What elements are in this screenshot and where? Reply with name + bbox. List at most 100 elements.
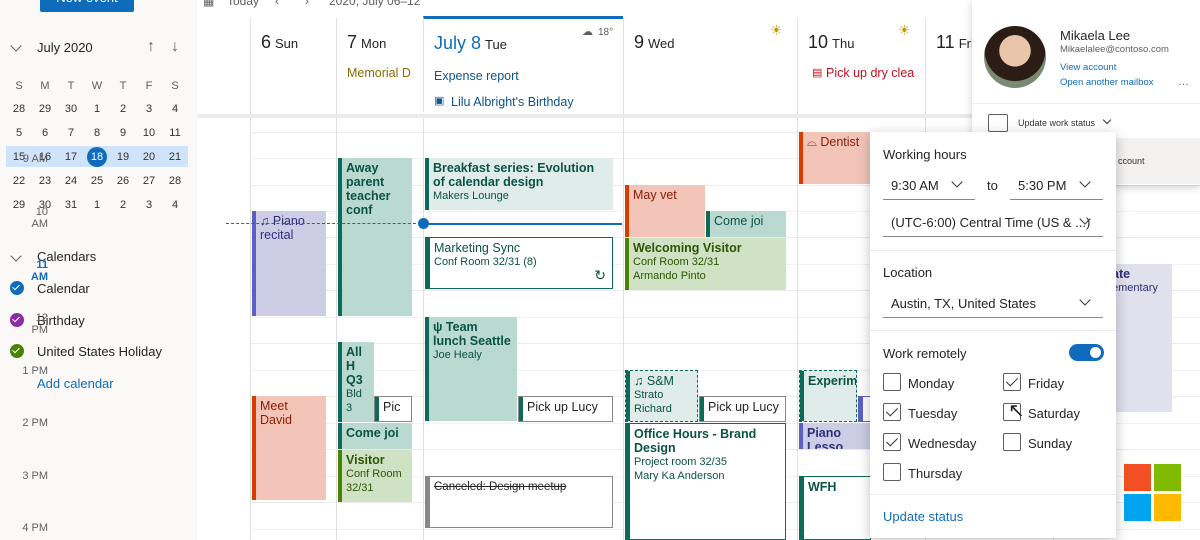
avatar[interactable] — [984, 26, 1046, 88]
day-header-wed[interactable]: 9 Wed ☀ — [623, 18, 797, 114]
event-piano-recital[interactable]: ♫ Piano recital — [252, 211, 326, 316]
event-breakfast-series[interactable]: Breakfast series: Evolution of calendar … — [425, 158, 613, 210]
sign-out-account-text[interactable]: ccount — [1118, 156, 1145, 166]
checkbox-monday[interactable] — [883, 373, 901, 391]
arrow-up-icon[interactable]: ↑ — [147, 38, 155, 56]
date-cell[interactable]: 31 — [60, 199, 82, 211]
end-time-dropdown[interactable]: 5:30 PM — [1010, 172, 1103, 200]
date-cell[interactable]: 25 — [86, 175, 108, 187]
event-away-parent-teacher[interactable]: Away parent teacher conf — [338, 158, 412, 316]
checkbox-tuesday[interactable] — [883, 403, 901, 421]
event-dentist[interactable]: ⌓ Dentist — [799, 132, 871, 184]
event-team-lunch[interactable]: ψ Team lunch Seattle Joe Healy — [425, 317, 517, 421]
day-header-thu[interactable]: 10 Thu ☀ ▤ Pick up dry clea — [797, 18, 925, 114]
date-cell[interactable]: 17 — [60, 151, 82, 163]
date-cell[interactable]: 26 — [112, 175, 134, 187]
date-cell[interactable]: 2 — [112, 199, 134, 211]
chevron-down-icon[interactable] — [1102, 115, 1112, 125]
time-label-current: 11 AM — [30, 259, 48, 283]
check-icon[interactable] — [10, 281, 24, 295]
event-experiment[interactable]: Experiment — [799, 370, 857, 422]
today-button[interactable]: Today — [227, 0, 259, 8]
event-come-join[interactable]: Come joi — [338, 423, 412, 449]
date-cell[interactable]: 4 — [164, 103, 186, 115]
checkbox-friday[interactable] — [1003, 373, 1021, 391]
time-label: 9 AM — [22, 153, 48, 165]
checkbox-thursday[interactable] — [883, 463, 901, 481]
date-cell[interactable]: 22 — [8, 175, 30, 187]
date-cell[interactable]: 2 — [112, 103, 134, 115]
allday-expense-report[interactable]: Expense report — [434, 69, 519, 83]
date-cell[interactable]: 1 — [86, 199, 108, 211]
check-icon[interactable] — [10, 344, 24, 358]
event-pick-up-lucy[interactable]: Pick up Lucy — [518, 396, 613, 422]
date-cell[interactable]: 24 — [60, 175, 82, 187]
current-time-dashed — [226, 223, 426, 224]
open-mailbox-link[interactable]: Open another mailbox — [1060, 77, 1153, 88]
location-dropdown[interactable]: Austin, TX, United States — [883, 290, 1103, 318]
event-meet-david[interactable]: Meet David — [252, 396, 326, 500]
allday-dry-cleaning[interactable]: Pick up dry clea — [826, 66, 922, 80]
event-piano-lesson[interactable]: Piano Lesso — [799, 423, 871, 449]
task-icon: ▤ — [812, 67, 823, 79]
event-pick[interactable]: Pic — [374, 396, 412, 422]
holiday-event[interactable]: Memorial D — [347, 66, 423, 80]
date-cell[interactable]: 30 — [60, 103, 82, 115]
event-may-vet[interactable]: May vet — [625, 185, 705, 237]
new-event-button[interactable]: New event — [40, 0, 134, 12]
arrow-down-icon[interactable]: ↓ — [171, 38, 179, 56]
event-come-join-wed[interactable]: Come joi — [706, 211, 786, 237]
date-cell[interactable]: 28 — [164, 175, 186, 187]
date-cell[interactable]: 27 — [138, 175, 160, 187]
event-canceled-design-meetup[interactable]: Canceled: Design meetup — [425, 476, 613, 528]
day-header-mon[interactable]: 7 Mon Memorial D — [336, 18, 423, 114]
prev-week-button[interactable]: ‹ — [275, 0, 279, 8]
date-cell[interactable]: 7 — [60, 127, 82, 139]
event-office-hours[interactable]: Office Hours - Brand Design Project room … — [625, 423, 786, 540]
next-week-button[interactable]: › — [305, 0, 309, 8]
event-wfh[interactable]: WFH — [799, 476, 871, 540]
date-cell[interactable]: 23 — [34, 175, 56, 187]
date-cell[interactable]: 3 — [138, 199, 160, 211]
event-fri-partial[interactable]: ate ementary — [1110, 264, 1172, 412]
view-account-link[interactable]: View account — [1060, 62, 1116, 73]
allday-birthday[interactable]: Lilu Albright's Birthday — [451, 95, 574, 109]
event-welcoming-visitor[interactable]: Welcoming Visitor Conf Room 32/31 Armando … — [625, 238, 786, 290]
date-cell[interactable]: 5 — [8, 127, 30, 139]
work-status-panel: Working hours 9:30 AM to 5:30 PM (UTC-6:… — [870, 132, 1116, 538]
day-header-sun[interactable]: 6 Sun — [250, 18, 336, 114]
event-visitor[interactable]: Visitor Conf Room 32/31 — [338, 450, 412, 502]
date-cell[interactable]: 1 — [86, 103, 108, 115]
event-marketing-sync[interactable]: Marketing Sync Conf Room 32/31 (8) ↻ — [425, 237, 613, 289]
date-cell[interactable]: 6 — [34, 127, 56, 139]
date-cell[interactable]: 9 — [112, 127, 134, 139]
timezone-dropdown[interactable]: (UTC-6:00) Central Time (US & ...) — [883, 209, 1103, 237]
date-cell[interactable]: 10 — [138, 127, 160, 139]
event-s-and-m[interactable]: ♫ S&M Strato Richard — [625, 370, 698, 422]
sun-icon: ☀ — [770, 22, 783, 38]
start-time-dropdown[interactable]: 9:30 AM — [883, 172, 975, 200]
update-work-status-dropdown[interactable]: Update work status — [1018, 118, 1095, 128]
chevron-down-icon[interactable] — [10, 40, 22, 52]
day-header-tue[interactable]: July 8 Tue ☁ 18° Expense report ▣ Lilu Al… — [423, 16, 623, 112]
date-cell[interactable]: 18 — [86, 151, 108, 163]
more-icon[interactable]: … — [1178, 76, 1189, 88]
event-all-hands[interactable]: All H Q3 Bld 3 — [338, 342, 374, 422]
event-pick-up-lucy-wed[interactable]: Pick up Lucy — [699, 396, 786, 422]
checkbox-sunday[interactable] — [1003, 433, 1021, 451]
to-label: to — [987, 178, 998, 193]
date-cell[interactable]: 8 — [86, 127, 108, 139]
date-cell[interactable]: 19 — [112, 151, 134, 163]
checkbox-wednesday[interactable] — [883, 433, 901, 451]
work-remotely-toggle[interactable] — [1069, 344, 1104, 361]
date-cell[interactable]: 4 — [164, 199, 186, 211]
windows-logo — [1124, 464, 1151, 491]
date-cell[interactable]: 21 — [164, 151, 186, 163]
date-cell[interactable]: 11 — [164, 127, 186, 139]
date-cell[interactable]: 20 — [138, 151, 160, 163]
update-status-button[interactable]: Update status — [883, 509, 963, 524]
date-cell[interactable]: 28 — [8, 103, 30, 115]
date-cell[interactable]: 3 — [138, 103, 160, 115]
add-calendar-link[interactable]: Add calendar — [37, 376, 114, 391]
date-cell[interactable]: 29 — [34, 103, 56, 115]
